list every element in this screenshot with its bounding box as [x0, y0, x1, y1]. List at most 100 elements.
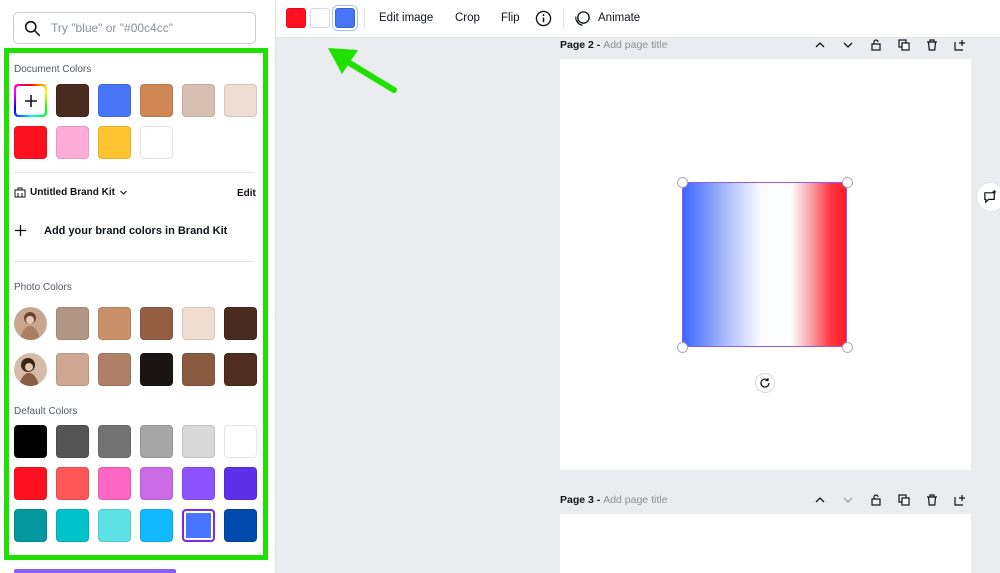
document-color-swatch[interactable]	[14, 126, 47, 159]
info-icon[interactable]	[535, 10, 552, 27]
lock-icon[interactable]	[869, 38, 883, 52]
duplicate-icon[interactable]	[897, 38, 911, 52]
default-color-swatch[interactable]	[182, 509, 215, 542]
color-panel: Document Colors Untitled Brand Kit Edit …	[0, 0, 276, 573]
plus-icon	[14, 224, 27, 237]
document-color-swatch[interactable]	[56, 126, 89, 159]
toolbar-color-red[interactable]	[286, 8, 306, 28]
document-color-swatch[interactable]	[224, 84, 257, 117]
animate-icon[interactable]	[574, 10, 591, 27]
toolbar-separator	[563, 9, 564, 29]
default-color-swatch[interactable]	[98, 425, 131, 458]
page-2-number: Page 2 -	[560, 39, 604, 51]
flip-button[interactable]: Flip	[501, 12, 520, 24]
chevron-up-icon[interactable]	[813, 493, 827, 507]
document-color-swatch[interactable]	[98, 84, 131, 117]
arrow-annotation-icon	[328, 48, 397, 93]
photo-colors-title: Photo Colors	[14, 282, 72, 293]
page-3-label: Page 3 - Add page title	[560, 494, 667, 506]
photo-color-swatch[interactable]	[140, 353, 173, 386]
chevron-down-icon	[120, 190, 127, 195]
page-3-number: Page 3 -	[560, 494, 604, 506]
photo-color-swatch[interactable]	[98, 353, 131, 386]
default-color-swatch[interactable]	[224, 425, 257, 458]
edit-brand-kit-link[interactable]: Edit	[237, 188, 256, 199]
edit-image-button[interactable]: Edit image	[379, 12, 433, 24]
brand-kit-name: Untitled Brand Kit	[30, 186, 115, 198]
photo-color-swatch[interactable]	[140, 307, 173, 340]
crop-button[interactable]: Crop	[455, 12, 480, 24]
chevron-up-icon[interactable]	[813, 38, 827, 52]
photo-color-swatch[interactable]	[224, 307, 257, 340]
document-color-swatch[interactable]	[98, 126, 131, 159]
default-color-swatch[interactable]	[98, 467, 131, 500]
document-colors-title: Document Colors	[14, 64, 92, 75]
lock-icon[interactable]	[869, 493, 883, 507]
gradient-element[interactable]	[682, 182, 847, 347]
resize-handle-bottom-right[interactable]	[842, 342, 853, 353]
plus-icon	[24, 94, 37, 107]
default-color-swatch[interactable]	[224, 467, 257, 500]
default-color-swatch[interactable]	[14, 509, 47, 542]
photo-thumbnail-image	[14, 307, 47, 340]
chevron-down-icon[interactable]	[841, 493, 855, 507]
resize-handle-top-right[interactable]	[842, 177, 853, 188]
default-color-swatch[interactable]	[140, 425, 173, 458]
toolbar-color-blue[interactable]	[335, 8, 355, 28]
resize-handle-bottom-left[interactable]	[677, 342, 688, 353]
add-brand-colors-label: Add your brand colors in Brand Kit	[44, 224, 228, 237]
resize-handle-top-left[interactable]	[677, 177, 688, 188]
page-2-title-input[interactable]: Add page title	[603, 39, 667, 51]
default-color-swatch[interactable]	[14, 467, 47, 500]
default-color-swatch[interactable]	[140, 467, 173, 500]
page-2-label: Page 2 - Add page title	[560, 39, 667, 51]
trash-icon[interactable]	[925, 38, 939, 52]
document-color-swatch[interactable]	[140, 84, 173, 117]
duplicate-icon[interactable]	[897, 493, 911, 507]
photo-color-swatch[interactable]	[98, 307, 131, 340]
animate-button[interactable]: Animate	[598, 12, 640, 24]
trash-icon[interactable]	[925, 493, 939, 507]
chevron-down-icon[interactable]	[841, 38, 855, 52]
toolbar-separator	[364, 9, 365, 29]
default-color-swatch[interactable]	[98, 509, 131, 542]
photo-color-swatch[interactable]	[182, 307, 215, 340]
page-3-title-input[interactable]: Add page title	[603, 494, 667, 506]
default-color-swatch[interactable]	[182, 425, 215, 458]
photo-thumbnail[interactable]	[14, 353, 47, 386]
document-color-swatch[interactable]	[182, 84, 215, 117]
search-icon	[24, 20, 41, 36]
default-color-swatch[interactable]	[14, 425, 47, 458]
toolbar-color-white[interactable]	[310, 8, 330, 28]
default-color-swatch[interactable]	[56, 509, 89, 542]
default-color-swatch[interactable]	[140, 509, 173, 542]
add-comment-icon	[984, 189, 997, 204]
default-colors-title: Default Colors	[14, 406, 78, 417]
add-color-button[interactable]	[14, 84, 47, 117]
photo-thumbnail-image	[14, 353, 47, 386]
rotate-icon	[760, 378, 770, 388]
default-color-swatch[interactable]	[224, 509, 257, 542]
default-color-swatch[interactable]	[56, 467, 89, 500]
add-brand-colors-button[interactable]: Add your brand colors in Brand Kit	[14, 224, 227, 237]
default-color-swatch[interactable]	[56, 425, 89, 458]
photo-color-swatch[interactable]	[56, 353, 89, 386]
comment-button[interactable]	[976, 182, 1000, 212]
brand-kit-icon	[14, 187, 26, 198]
document-color-swatch[interactable]	[56, 84, 89, 117]
photo-color-swatch[interactable]	[182, 353, 215, 386]
photo-thumbnail[interactable]	[14, 307, 47, 340]
page-3-canvas[interactable]	[560, 514, 971, 573]
add-page-icon[interactable]	[953, 493, 967, 507]
photo-color-swatch[interactable]	[224, 353, 257, 386]
photo-color-swatch[interactable]	[56, 307, 89, 340]
default-color-swatch[interactable]	[182, 467, 215, 500]
document-color-swatch[interactable]	[140, 126, 173, 159]
add-page-icon[interactable]	[953, 38, 967, 52]
search-input[interactable]	[49, 20, 239, 36]
primary-button-edge[interactable]	[14, 569, 176, 573]
divider	[14, 172, 254, 173]
brand-kit-selector[interactable]: Untitled Brand Kit	[14, 186, 128, 198]
color-search[interactable]	[13, 12, 256, 44]
rotate-handle[interactable]	[755, 373, 775, 393]
